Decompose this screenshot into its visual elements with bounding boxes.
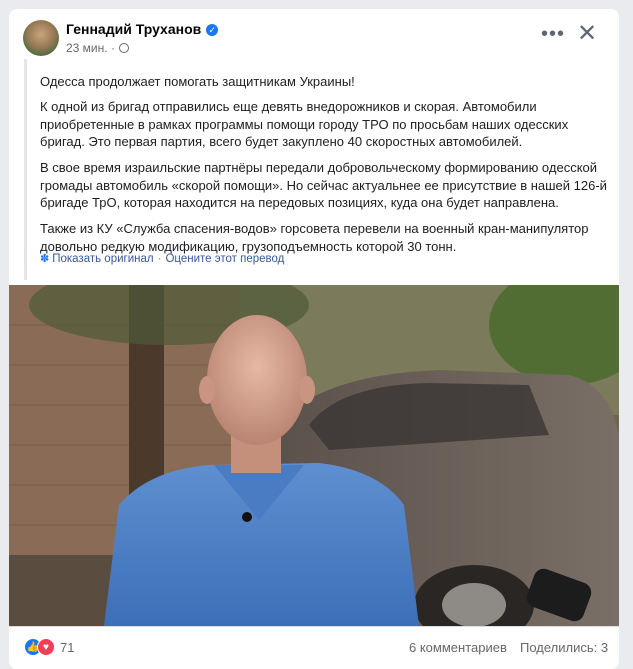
post-footer: 👍 ♥ 71 6 комментариев Поделились: 3 — [9, 626, 619, 669]
verified-badge-icon: ✓ — [206, 24, 219, 36]
author-name[interactable]: Геннадий Труханов ✓ — [66, 21, 219, 37]
comments-link[interactable]: 6 комментариев — [409, 640, 507, 655]
translation-links: ✽ Показать оригинал · Оцените этот перевод — [40, 252, 284, 265]
post-meta: 23 мин. · — [66, 41, 129, 55]
photo-illustration — [9, 285, 619, 626]
close-icon[interactable]: ✕ — [577, 22, 597, 46]
avatar[interactable] — [23, 20, 59, 56]
love-icon: ♥ — [37, 638, 55, 656]
post-paragraph: К одной из бригад отправились еще девять… — [40, 99, 569, 149]
post-paragraph: Одесса продолжает помогать защитникам Ук… — [40, 74, 355, 89]
author-name-text[interactable]: Геннадий Труханов — [66, 21, 201, 37]
post-header: Геннадий Труханов ✓ 23 мин. · ••• ✕ — [9, 9, 619, 59]
reactions-count[interactable]: 71 — [60, 640, 74, 655]
shares-link[interactable]: Поделились: 3 — [520, 640, 608, 655]
more-icon[interactable]: ••• — [541, 24, 565, 44]
separator: · — [157, 253, 162, 265]
post-paragraph: В свое время израильские партнёры переда… — [40, 160, 607, 210]
post-text: Одесса продолжает помогать защитникам Ук… — [24, 59, 612, 280]
post-card: Геннадий Труханов ✓ 23 мин. · ••• ✕ Одесс… — [9, 9, 619, 669]
post-photo[interactable] — [9, 285, 619, 626]
gear-icon: ✽ — [40, 253, 50, 265]
post-paragraph: Также из КУ «Служба спасения-водов» горс… — [40, 221, 589, 254]
globe-icon — [118, 43, 129, 53]
rate-translation-link[interactable]: Оцените этот перевод — [165, 253, 284, 265]
reactions[interactable]: 👍 ♥ — [24, 638, 55, 656]
post-time[interactable]: 23 мин. — [66, 41, 108, 55]
show-original-link[interactable]: Показать оригинал — [52, 253, 153, 265]
